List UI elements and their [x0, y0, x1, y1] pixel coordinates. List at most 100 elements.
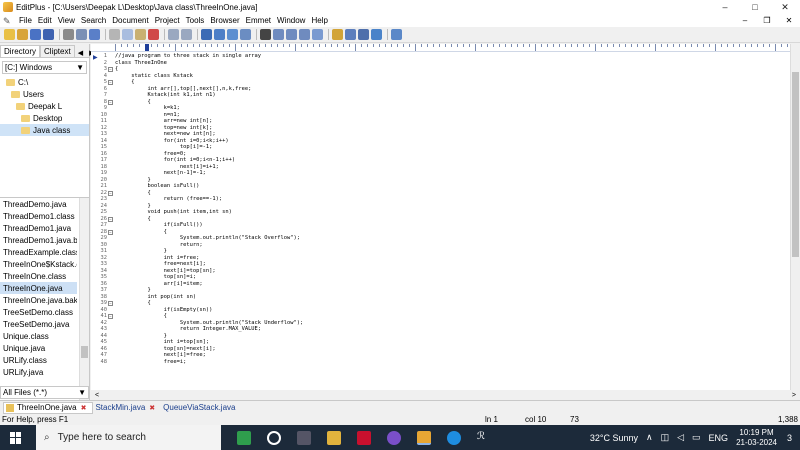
file-item[interactable]: ThreadDemo1.java.bak	[0, 234, 77, 246]
drive-select[interactable]: [C:] Windows ▼	[2, 61, 87, 74]
fold-toggle-icon[interactable]: −	[108, 99, 113, 105]
new-file-icon[interactable]	[4, 29, 15, 40]
fold-toggle-icon[interactable]: −	[108, 80, 113, 85]
undo-icon[interactable]	[168, 29, 179, 40]
code-line[interactable]: 48 free=i;	[91, 359, 789, 366]
cut-icon[interactable]	[109, 29, 120, 40]
save-all-icon[interactable]	[43, 29, 54, 40]
open-folder-icon[interactable]	[17, 29, 28, 40]
doc-tab-stackmin[interactable]: StackMin.java ✖	[93, 402, 161, 414]
editor-horizontal-scrollbar[interactable]: < >	[91, 390, 800, 400]
doc-minimize-button[interactable]: –	[734, 14, 756, 27]
windows-start-icon[interactable]	[10, 431, 22, 444]
fold-toggle-icon[interactable]: −	[108, 216, 113, 222]
tab-cliptext[interactable]: Cliptext	[40, 45, 75, 57]
doc-tab-queueviastack[interactable]: QueueViaStack.java	[161, 402, 241, 414]
help-icon[interactable]	[391, 29, 402, 40]
ruler-icon[interactable]	[299, 29, 310, 40]
file-item[interactable]: Unique.java	[0, 342, 77, 354]
scrollbar-thumb[interactable]	[81, 346, 88, 358]
menu-view[interactable]: View	[55, 16, 78, 25]
tree-node-deepak-l[interactable]: Deepak L	[0, 100, 89, 112]
menu-help[interactable]: Help	[308, 16, 330, 25]
print-preview-icon[interactable]	[76, 29, 87, 40]
file-item[interactable]: ThreadDemo.java	[0, 198, 77, 210]
file-item[interactable]: ThreeInOne.java.bak	[0, 294, 77, 306]
code-editor[interactable]: 1//java program to three stack in single…	[91, 44, 800, 400]
file-item-selected[interactable]: ThreeInOne.java	[0, 282, 77, 294]
tab-close-icon[interactable]: ✖	[81, 404, 87, 412]
find-in-files-icon[interactable]	[227, 29, 238, 40]
file-item[interactable]: URLify.class	[0, 354, 77, 366]
file-item[interactable]: URLify.java	[0, 366, 77, 378]
delete-icon[interactable]	[148, 29, 159, 40]
toggle-whitespace-icon[interactable]	[312, 29, 323, 40]
language-indicator[interactable]: ENG	[709, 433, 729, 443]
find-icon[interactable]	[201, 29, 212, 40]
taskbar-search-input[interactable]: ⌕ Type here to search	[36, 425, 221, 450]
menu-edit[interactable]: Edit	[35, 16, 55, 25]
fold-toggle-icon[interactable]: −	[108, 190, 113, 196]
tab-directory[interactable]: Directory	[0, 45, 41, 57]
file-item[interactable]: ThreadExample.class	[0, 246, 77, 258]
close-button[interactable]: ✕	[770, 0, 800, 14]
scroll-right-icon[interactable]: >	[792, 392, 796, 399]
redo-icon[interactable]	[181, 29, 192, 40]
menu-emmet[interactable]: Emmet	[243, 16, 274, 25]
media-player-icon[interactable]	[387, 430, 401, 445]
copy-icon[interactable]	[122, 29, 133, 40]
code-area[interactable]: 1//java program to three stack in single…	[91, 53, 789, 388]
file-filter-select[interactable]: All Files (*.*) ▼	[0, 386, 89, 399]
spell-check-icon[interactable]	[89, 29, 100, 40]
output-window-icon[interactable]	[358, 29, 369, 40]
directory-window-icon[interactable]	[332, 29, 343, 40]
paste-icon[interactable]	[135, 29, 146, 40]
scrollbar-thumb[interactable]	[792, 72, 799, 257]
menu-file[interactable]: File	[16, 16, 35, 25]
help-icon[interactable]	[447, 430, 461, 445]
fold-toggle-icon[interactable]: −	[108, 67, 113, 72]
goto-line-icon[interactable]	[240, 29, 251, 40]
editplus-taskbar-icon[interactable]	[417, 430, 431, 445]
doc-restore-button[interactable]: ❐	[756, 14, 778, 27]
editor-vertical-scrollbar[interactable]	[790, 44, 800, 390]
menu-tools[interactable]: Tools	[183, 16, 208, 25]
file-item[interactable]: ThreadDemo1.class	[0, 210, 77, 222]
menu-browser[interactable]: Browser	[207, 16, 242, 25]
word-wrap-icon[interactable]	[273, 29, 284, 40]
notification-icon[interactable]: 3	[787, 433, 792, 443]
file-item[interactable]: ThreeInOne.class	[0, 270, 77, 282]
print-icon[interactable]	[63, 29, 74, 40]
tab-scroll-left-icon[interactable]: ◀	[75, 49, 86, 57]
minimize-button[interactable]: –	[710, 0, 740, 14]
file-item[interactable]: ThreeInOne$Kstack.cla	[0, 258, 77, 270]
file-list-scrollbar[interactable]	[79, 198, 89, 414]
tray-chevron-icon[interactable]: ∧	[646, 432, 653, 443]
netflix-icon[interactable]	[357, 430, 371, 445]
file-item[interactable]: TreeSetDemo.java	[0, 318, 77, 330]
menu-window[interactable]: Window	[274, 16, 308, 25]
recycle-icon[interactable]	[237, 430, 251, 445]
cliptext-window-icon[interactable]	[345, 29, 356, 40]
file-item[interactable]: TreeSetDemo.class	[0, 306, 77, 318]
tree-node-java-class[interactable]: Java class	[0, 124, 89, 136]
scroll-left-icon[interactable]: <	[95, 392, 99, 399]
fold-toggle-icon[interactable]: −	[108, 301, 113, 306]
fold-toggle-icon[interactable]: −	[108, 314, 113, 319]
task-view-icon[interactable]	[297, 430, 311, 445]
tree-node-c-drive[interactable]: C:\	[0, 76, 89, 88]
file-item[interactable]: ThreadDemo1.java	[0, 222, 77, 234]
cortana-icon[interactable]	[267, 430, 281, 445]
doc-close-button[interactable]: ✕	[778, 14, 800, 27]
full-screen-icon[interactable]	[371, 29, 382, 40]
menu-document[interactable]: Document	[109, 16, 151, 25]
font-icon[interactable]	[260, 29, 271, 40]
menu-search[interactable]: Search	[78, 16, 109, 25]
menu-project[interactable]: Project	[152, 16, 183, 25]
doc-tab-threeinone[interactable]: ThreeInOne.java ✖	[3, 401, 94, 414]
line-number-icon[interactable]	[286, 29, 297, 40]
volume-icon[interactable]: ◁	[677, 432, 684, 443]
fold-toggle-icon[interactable]: −	[108, 229, 113, 235]
battery-icon[interactable]: ▭	[692, 432, 701, 443]
clock[interactable]: 10:19 PM 21-03-2024	[736, 428, 777, 448]
